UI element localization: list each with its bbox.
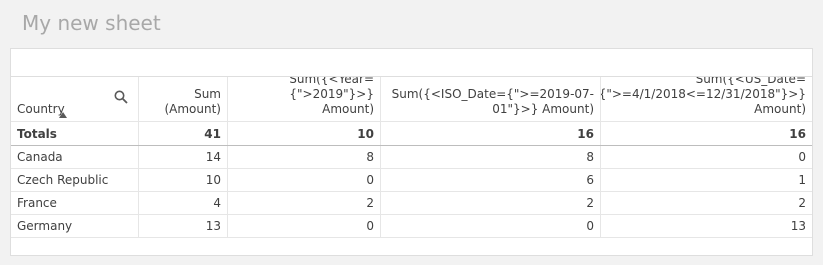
column-header-label: Sum (Amount)	[164, 87, 221, 116]
value-cell: 0	[228, 215, 381, 237]
country-cell[interactable]: Germany	[11, 215, 139, 237]
column-header-label: Sum({<Year={">2019"}>} Amount)	[289, 77, 374, 116]
value-cell: 2	[228, 192, 381, 214]
data-table: Country Sum (Amount) Sum({<Year={">2019"…	[11, 76, 812, 238]
value-cell: 4	[139, 192, 228, 214]
total-cell: 16	[789, 126, 806, 141]
column-header-country[interactable]: Country	[11, 77, 139, 121]
country-cell[interactable]: France	[11, 192, 139, 214]
table-panel: Country Sum (Amount) Sum({<Year={">2019"…	[10, 48, 813, 256]
table-row: Canada 14 8 8 0	[11, 146, 812, 169]
value-cell: 13	[139, 215, 228, 237]
value-cell: 8	[381, 146, 601, 168]
search-icon[interactable]	[114, 90, 128, 104]
column-header-iso-date-filter[interactable]: Sum({<ISO_Date={">=2019-07-01"}>} Amount…	[381, 77, 601, 121]
value-cell: 13	[790, 219, 806, 233]
column-header-us-date-filter[interactable]: Sum({<US_Date={">=4/1/2018<=12/31/2018"}…	[601, 77, 812, 121]
totals-label: Totals	[11, 122, 139, 145]
sort-ascending-icon[interactable]	[59, 112, 67, 118]
column-header-label: Sum({<ISO_Date={">=2019-07-01"}>} Amount…	[391, 87, 594, 116]
value-cell: 10	[139, 169, 228, 191]
value-cell: 2	[381, 192, 601, 214]
column-header-label: Sum({<US_Date={">=4/1/2018<=12/31/2018"}…	[601, 77, 806, 116]
sheet-title: My new sheet	[22, 11, 161, 35]
table-row: Czech Republic 10 0 6 1	[11, 169, 812, 192]
value-cell: 0	[381, 215, 601, 237]
value-cell: 6	[381, 169, 601, 191]
column-header-year-filter[interactable]: Sum({<Year={">2019"}>} Amount)	[228, 77, 381, 121]
value-cell: 0	[228, 169, 381, 191]
country-cell[interactable]: Canada	[11, 146, 139, 168]
value-cell: 0	[798, 150, 806, 164]
country-cell[interactable]: Czech Republic	[11, 169, 139, 191]
value-cell: 14	[139, 146, 228, 168]
table-row: Germany 13 0 0 13	[11, 215, 812, 238]
total-cell: 10	[228, 122, 381, 145]
total-cell: 16	[381, 122, 601, 145]
table-row: France 4 2 2 2	[11, 192, 812, 215]
value-cell: 2	[798, 196, 806, 210]
total-cell: 41	[139, 122, 228, 145]
value-cell: 8	[228, 146, 381, 168]
totals-row: Totals 41 10 16 16	[11, 122, 812, 146]
column-header-label: Country	[17, 102, 65, 116]
column-header-sum-amount[interactable]: Sum (Amount)	[139, 77, 228, 121]
value-cell: 1	[798, 173, 806, 187]
table-header-row: Country Sum (Amount) Sum({<Year={">2019"…	[11, 77, 812, 122]
